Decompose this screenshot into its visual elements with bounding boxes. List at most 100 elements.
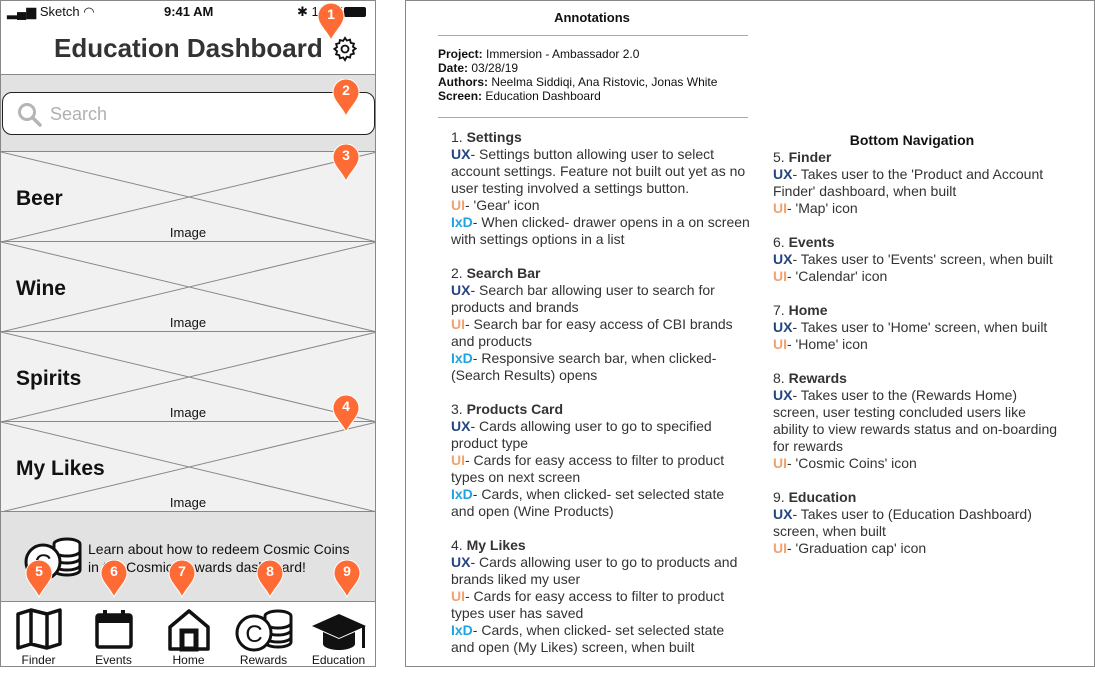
product-card[interactable]: My Likes Image [1, 421, 375, 512]
annotation-marker: 3 [332, 143, 360, 183]
item-text: - Settings button allowing user to selec… [451, 146, 746, 196]
tag-ixd: IxD [451, 350, 473, 366]
phone-mockup: ▂▄▆ Sketch ◠ 9:41 AM ✱ 100% Education Da… [0, 0, 376, 667]
section-title: Home [788, 302, 828, 318]
item-text: - Takes user to 'Home' screen, when buil… [792, 319, 1048, 335]
nav-label: Home [172, 653, 205, 667]
nav-label: Events [95, 653, 132, 667]
annotation-marker: 8 [256, 559, 284, 599]
item-text: - Cards, when clicked- set selected stat… [451, 622, 725, 655]
card-title: Spirits [16, 367, 82, 390]
section-number: 1. [451, 129, 467, 145]
section-title: Rewards [788, 370, 847, 386]
marker-number: 2 [342, 82, 350, 98]
nav-label: Rewards [239, 653, 288, 667]
section-number: 3. [451, 401, 467, 417]
tag-ui: UI [773, 455, 787, 471]
tag-ixd: IxD [451, 214, 473, 230]
annotation-item: UX- Settings button allowing user to sel… [451, 146, 751, 197]
nav-events[interactable]: Events [76, 602, 151, 667]
bottom-navigation: Finder Events Home C Rewards Education [1, 601, 375, 667]
tag-ui: UI [451, 316, 465, 332]
annotation-item: UI- 'Map' icon [773, 200, 1063, 217]
annotation-item: UX- Takes user to the (Rewards Home) scr… [773, 387, 1063, 455]
tag-ux: UX [451, 282, 471, 298]
item-text: - Takes user to (Education Dashboard) sc… [773, 506, 1032, 539]
meta-row: Screen: Education Dashboard [438, 89, 717, 103]
item-text: - Takes user to the 'Product and Account… [773, 166, 1044, 199]
coins-icon: C [235, 609, 292, 652]
annotation-section: 3. Products Card UX- Cards allowing user … [451, 401, 751, 520]
search-placeholder: Search [50, 104, 108, 124]
tag-ux: UX [451, 554, 471, 570]
tag-ux: UX [773, 251, 793, 267]
map-icon [15, 608, 62, 650]
marker-number: 7 [178, 563, 186, 579]
product-card[interactable]: Wine Image [1, 241, 375, 332]
nav-rewards[interactable]: C Rewards [226, 602, 301, 667]
item-text: - Cards for easy access to filter to pro… [451, 452, 725, 485]
marker-number: 3 [342, 147, 350, 163]
tag-ui: UI [773, 540, 787, 556]
card-title: Beer [16, 187, 63, 210]
marker-number: 6 [110, 563, 118, 579]
item-text: - Takes user to 'Events' screen, when bu… [792, 251, 1053, 267]
calendar-icon [94, 610, 133, 649]
project-meta: Project: Immersion - Ambassador 2.0 Date:… [438, 47, 717, 103]
item-text: - 'Graduation cap' icon [787, 540, 927, 556]
annotation-section: 2. Search Bar UX- Search bar allowing use… [451, 265, 751, 384]
nav-education[interactable]: Education [301, 602, 375, 667]
meta-row: Authors: Neelma Siddiqi, Ana Ristovic, J… [438, 75, 717, 89]
card-title: Wine [16, 277, 66, 300]
marker-number: 8 [266, 563, 274, 579]
page-title: Education Dashboard [54, 33, 323, 63]
nav-label: Education [311, 653, 366, 667]
search-icon [18, 103, 42, 127]
marker-number: 9 [343, 563, 351, 579]
annotation-item: UI- Cards for easy access to filter to p… [451, 452, 751, 486]
item-text: - Cards allowing user to go to products … [451, 554, 738, 587]
tag-ux: UX [773, 166, 793, 182]
annotation-item: UX- Cards allowing user to go to product… [451, 554, 751, 588]
search-area: Search [1, 75, 375, 151]
section-title: Finder [788, 149, 832, 165]
meta-key: Authors: [438, 75, 488, 89]
marker-number: 1 [327, 6, 335, 22]
annotation-item: UI- 'Gear' icon [451, 197, 751, 214]
annotation-marker: 4 [332, 394, 360, 434]
image-label: Image [169, 495, 207, 510]
annotation-item: UX- Takes user to 'Events' screen, when … [773, 251, 1063, 268]
svg-text:C: C [245, 621, 262, 648]
marker-number: 4 [342, 398, 350, 414]
annotation-item: UX- Cards allowing user to go to specifi… [451, 418, 751, 452]
section-title: Settings [466, 129, 522, 145]
graduation-cap-icon [311, 614, 366, 650]
nav-home[interactable]: Home [151, 602, 226, 667]
meta-row: Date: 03/28/19 [438, 61, 717, 75]
product-card[interactable]: Spirits Image [1, 331, 375, 422]
item-text: - 'Calendar' icon [787, 268, 888, 284]
annotation-marker: 5 [25, 559, 53, 599]
section-number: 6. [773, 234, 789, 250]
annotation-section: 7. Home UX- Takes user to 'Home' screen, … [773, 302, 1063, 353]
annotations-left-column: 1. Settings UX- Settings button allowing … [451, 129, 751, 673]
meta-value: Neelma Siddiqi, Ana Ristovic, Jonas Whit… [488, 75, 718, 89]
annotation-section: 5. Finder UX- Takes user to the 'Product … [773, 149, 1063, 217]
tag-ui: UI [451, 588, 465, 604]
meta-value: Education Dashboard [482, 89, 601, 103]
section-title: Search Bar [466, 265, 541, 281]
product-card[interactable]: Beer Image [1, 151, 375, 242]
item-text: - Search bar allowing user to search for… [451, 282, 715, 315]
nav-finder[interactable]: Finder [1, 602, 76, 666]
carrier: ▂▄▆ Sketch ◠ [7, 4, 95, 19]
section-number: 8. [773, 370, 789, 386]
item-text: - Responsive search bar, when clicked- (… [451, 350, 717, 383]
tag-ixd: IxD [451, 622, 473, 638]
meta-row: Project: Immersion - Ambassador 2.0 [438, 47, 717, 61]
search-input[interactable]: Search [2, 92, 375, 135]
section-number: 2. [451, 265, 467, 281]
meta-value: 03/28/19 [468, 61, 519, 75]
item-text: - 'Map' icon [787, 200, 858, 216]
annotation-item: IxD- Cards, when clicked- set selected s… [451, 486, 751, 520]
image-label: Image [169, 405, 207, 420]
